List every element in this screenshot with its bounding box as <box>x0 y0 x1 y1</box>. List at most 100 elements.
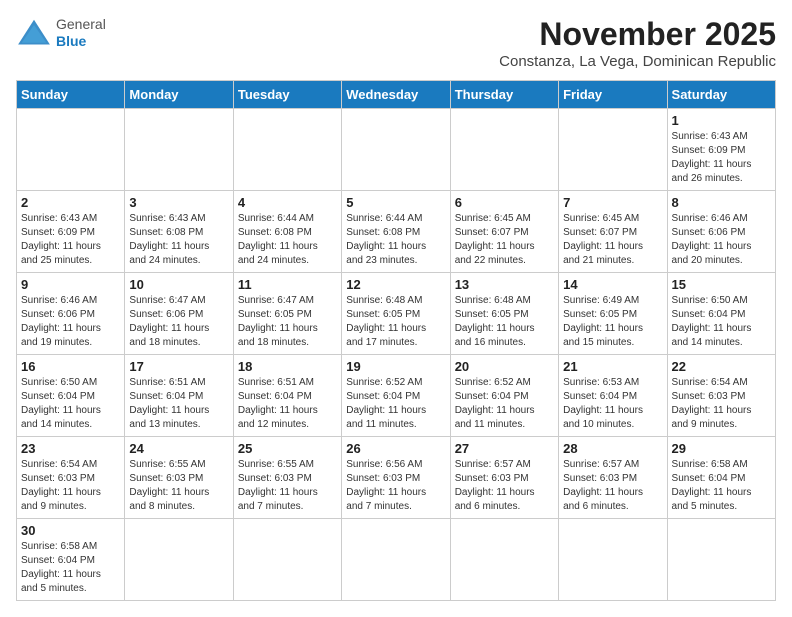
day-number: 3 <box>129 195 228 210</box>
day-info: Sunrise: 6:43 AM Sunset: 6:08 PM Dayligh… <box>129 212 228 268</box>
calendar-week-2: 2Sunrise: 6:43 AM Sunset: 6:09 PM Daylig… <box>17 191 776 273</box>
calendar-cell: 19 Sunrise: 6:52 AM Sunset: 6:04 PM Dayli… <box>342 355 450 437</box>
day-number: 20 <box>455 359 554 374</box>
calendar-cell: 17Sunrise: 6:51 AM Sunset: 6:04 PM Dayli… <box>125 355 233 437</box>
day-info: Sunrise: 6:52 AM Sunset: 6:04 PM Dayligh… <box>346 376 445 432</box>
calendar-cell: 20 Sunrise: 6:52 AM Sunset: 6:04 PM Dayli… <box>450 355 558 437</box>
day-number: 4 <box>238 195 337 210</box>
day-number: 1 <box>672 113 771 128</box>
day-info: Sunrise: 6:43 AM Sunset: 6:09 PM Dayligh… <box>672 130 771 186</box>
logo-text: General Blue <box>56 16 106 50</box>
calendar-cell: 28Sunrise: 6:57 AM Sunset: 6:03 PM Dayli… <box>559 437 667 519</box>
day-info: Sunrise: 6:57 AM Sunset: 6:03 PM Dayligh… <box>563 458 662 514</box>
calendar-cell <box>559 519 667 601</box>
day-info: Sunrise: 6:55 AM Sunset: 6:03 PM Dayligh… <box>238 458 337 514</box>
day-number: 8 <box>672 195 771 210</box>
calendar-cell: 18Sunrise: 6:51 AM Sunset: 6:04 PM Dayli… <box>233 355 341 437</box>
calendar-cell: 10Sunrise: 6:47 AM Sunset: 6:06 PM Dayli… <box>125 273 233 355</box>
calendar-cell: 30 Sunrise: 6:58 AM Sunset: 6:04 PM Dayli… <box>17 519 125 601</box>
calendar-cell: 12 Sunrise: 6:48 AM Sunset: 6:05 PM Dayli… <box>342 273 450 355</box>
calendar-cell <box>450 109 558 191</box>
calendar-cell <box>450 519 558 601</box>
calendar-cell <box>125 109 233 191</box>
day-number: 26 <box>346 441 445 456</box>
calendar-cell: 14Sunrise: 6:49 AM Sunset: 6:05 PM Dayli… <box>559 273 667 355</box>
calendar-cell: 15Sunrise: 6:50 AM Sunset: 6:04 PM Dayli… <box>667 273 775 355</box>
calendar-week-6: 30 Sunrise: 6:58 AM Sunset: 6:04 PM Dayli… <box>17 519 776 601</box>
day-info: Sunrise: 6:54 AM Sunset: 6:03 PM Dayligh… <box>672 376 771 432</box>
day-number: 9 <box>21 277 120 292</box>
calendar-cell: 6Sunrise: 6:45 AM Sunset: 6:07 PM Daylig… <box>450 191 558 273</box>
day-number: 30 <box>21 523 120 538</box>
weekday-header-saturday: Saturday <box>667 81 775 109</box>
logo-blue: Blue <box>56 33 86 49</box>
logo-general: General <box>56 16 106 32</box>
calendar-cell: 5 Sunrise: 6:44 AM Sunset: 6:08 PM Daylig… <box>342 191 450 273</box>
day-number: 19 <box>346 359 445 374</box>
day-number: 21 <box>563 359 662 374</box>
day-number: 23 <box>21 441 120 456</box>
day-info: Sunrise: 6:48 AM Sunset: 6:05 PM Dayligh… <box>346 294 445 350</box>
location-subtitle: Constanza, La Vega, Dominican Republic <box>499 53 776 70</box>
weekday-header-monday: Monday <box>125 81 233 109</box>
day-number: 14 <box>563 277 662 292</box>
day-number: 12 <box>346 277 445 292</box>
day-number: 27 <box>455 441 554 456</box>
day-number: 29 <box>672 441 771 456</box>
calendar-cell <box>233 109 341 191</box>
day-number: 25 <box>238 441 337 456</box>
day-info: Sunrise: 6:48 AM Sunset: 6:05 PM Dayligh… <box>455 294 554 350</box>
day-number: 17 <box>129 359 228 374</box>
day-number: 2 <box>21 195 120 210</box>
calendar-cell: 2Sunrise: 6:43 AM Sunset: 6:09 PM Daylig… <box>17 191 125 273</box>
calendar-cell: 26Sunrise: 6:56 AM Sunset: 6:03 PM Dayli… <box>342 437 450 519</box>
calendar-week-5: 23Sunrise: 6:54 AM Sunset: 6:03 PM Dayli… <box>17 437 776 519</box>
day-info: Sunrise: 6:51 AM Sunset: 6:04 PM Dayligh… <box>238 376 337 432</box>
day-info: Sunrise: 6:52 AM Sunset: 6:04 PM Dayligh… <box>455 376 554 432</box>
calendar-cell: 11 Sunrise: 6:47 AM Sunset: 6:05 PM Dayli… <box>233 273 341 355</box>
day-number: 15 <box>672 277 771 292</box>
calendar-cell: 24 Sunrise: 6:55 AM Sunset: 6:03 PM Dayli… <box>125 437 233 519</box>
day-info: Sunrise: 6:45 AM Sunset: 6:07 PM Dayligh… <box>455 212 554 268</box>
calendar-cell: 16Sunrise: 6:50 AM Sunset: 6:04 PM Dayli… <box>17 355 125 437</box>
calendar-cell <box>233 519 341 601</box>
calendar-cell: 7 Sunrise: 6:45 AM Sunset: 6:07 PM Daylig… <box>559 191 667 273</box>
weekday-header-friday: Friday <box>559 81 667 109</box>
calendar-cell: 8Sunrise: 6:46 AM Sunset: 6:06 PM Daylig… <box>667 191 775 273</box>
calendar-cell: 25 Sunrise: 6:55 AM Sunset: 6:03 PM Dayli… <box>233 437 341 519</box>
calendar-cell <box>125 519 233 601</box>
day-number: 10 <box>129 277 228 292</box>
calendar-cell: 4 Sunrise: 6:44 AM Sunset: 6:08 PM Daylig… <box>233 191 341 273</box>
day-info: Sunrise: 6:45 AM Sunset: 6:07 PM Dayligh… <box>563 212 662 268</box>
day-info: Sunrise: 6:57 AM Sunset: 6:03 PM Dayligh… <box>455 458 554 514</box>
logo: General Blue <box>16 16 106 50</box>
calendar-cell <box>342 519 450 601</box>
calendar-week-1: 1 Sunrise: 6:43 AM Sunset: 6:09 PM Daylig… <box>17 109 776 191</box>
day-number: 5 <box>346 195 445 210</box>
calendar-cell <box>559 109 667 191</box>
calendar-cell: 27 Sunrise: 6:57 AM Sunset: 6:03 PM Dayli… <box>450 437 558 519</box>
day-number: 24 <box>129 441 228 456</box>
weekday-header-row: SundayMondayTuesdayWednesdayThursdayFrid… <box>17 81 776 109</box>
header: General Blue November 2025 Constanza, La… <box>16 16 776 70</box>
day-number: 7 <box>563 195 662 210</box>
calendar-cell: 13Sunrise: 6:48 AM Sunset: 6:05 PM Dayli… <box>450 273 558 355</box>
day-info: Sunrise: 6:55 AM Sunset: 6:03 PM Dayligh… <box>129 458 228 514</box>
weekday-header-thursday: Thursday <box>450 81 558 109</box>
day-info: Sunrise: 6:58 AM Sunset: 6:04 PM Dayligh… <box>21 540 120 596</box>
calendar-cell <box>17 109 125 191</box>
day-number: 11 <box>238 277 337 292</box>
logo-icon <box>16 18 52 48</box>
calendar-cell: 22Sunrise: 6:54 AM Sunset: 6:03 PM Dayli… <box>667 355 775 437</box>
day-info: Sunrise: 6:44 AM Sunset: 6:08 PM Dayligh… <box>238 212 337 268</box>
day-info: Sunrise: 6:47 AM Sunset: 6:05 PM Dayligh… <box>238 294 337 350</box>
day-number: 16 <box>21 359 120 374</box>
calendar-cell: 21 Sunrise: 6:53 AM Sunset: 6:04 PM Dayli… <box>559 355 667 437</box>
day-info: Sunrise: 6:46 AM Sunset: 6:06 PM Dayligh… <box>21 294 120 350</box>
calendar-cell: 3 Sunrise: 6:43 AM Sunset: 6:08 PM Daylig… <box>125 191 233 273</box>
calendar: SundayMondayTuesdayWednesdayThursdayFrid… <box>16 80 776 601</box>
day-info: Sunrise: 6:44 AM Sunset: 6:08 PM Dayligh… <box>346 212 445 268</box>
calendar-cell: 9 Sunrise: 6:46 AM Sunset: 6:06 PM Daylig… <box>17 273 125 355</box>
day-info: Sunrise: 6:53 AM Sunset: 6:04 PM Dayligh… <box>563 376 662 432</box>
weekday-header-tuesday: Tuesday <box>233 81 341 109</box>
